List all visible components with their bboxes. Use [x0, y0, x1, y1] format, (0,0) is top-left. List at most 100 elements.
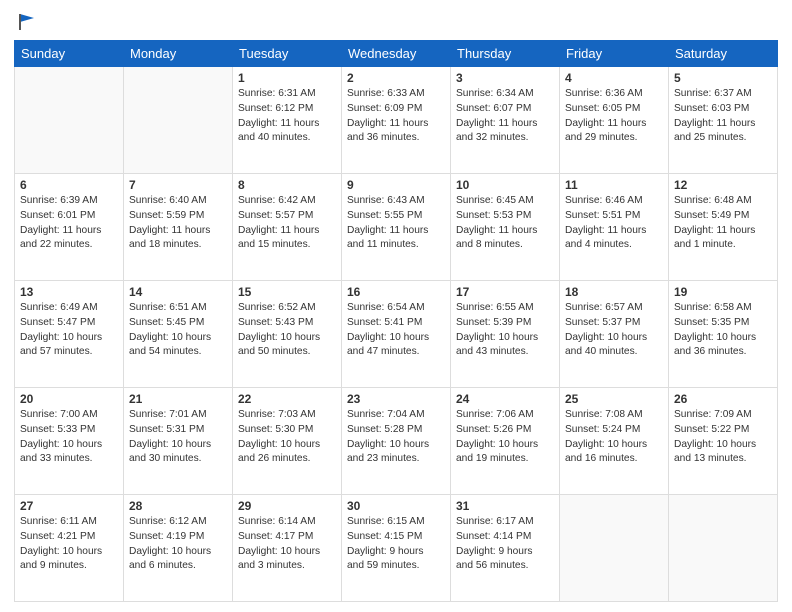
- day-number: 26: [674, 392, 772, 406]
- weekday-header: Sunday: [15, 41, 124, 67]
- calendar-cell: [124, 67, 233, 174]
- calendar-cell: [560, 495, 669, 602]
- day-number: 17: [456, 285, 554, 299]
- day-number: 12: [674, 178, 772, 192]
- calendar-cell: 10Sunrise: 6:45 AMSunset: 5:53 PMDayligh…: [451, 174, 560, 281]
- day-number: 18: [565, 285, 663, 299]
- day-number: 8: [238, 178, 336, 192]
- logo: [14, 10, 38, 32]
- day-info: Sunrise: 6:31 AMSunset: 6:12 PMDaylight:…: [238, 87, 336, 146]
- calendar-cell: 3 Sunrise: 6:34 AMSunset: 6:07 PMDaylight…: [451, 67, 560, 174]
- calendar-cell: 2Sunrise: 6:33 AMSunset: 6:09 PMDaylight…: [342, 67, 451, 174]
- day-number: 23: [347, 392, 445, 406]
- calendar-cell: 25Sunrise: 7:08 AMSunset: 5:24 PMDayligh…: [560, 388, 669, 495]
- day-info: Sunrise: 6:42 AMSunset: 5:57 PMDaylight:…: [238, 194, 336, 253]
- day-info: Sunrise: 6:12 AMSunset: 4:19 PMDaylight:…: [129, 515, 227, 574]
- calendar-cell: 31Sunrise: 6:17 AMSunset: 4:14 PMDayligh…: [451, 495, 560, 602]
- day-number: 29: [238, 499, 336, 513]
- day-info: Sunrise: 7:03 AMSunset: 5:30 PMDaylight:…: [238, 408, 336, 467]
- day-info: Sunrise: 6:46 AMSunset: 5:51 PMDaylight:…: [565, 194, 663, 253]
- logo-flag-icon: [16, 10, 38, 32]
- calendar-header-row: SundayMondayTuesdayWednesdayThursdayFrid…: [15, 41, 778, 67]
- calendar-cell: 9 Sunrise: 6:43 AMSunset: 5:55 PMDaylight…: [342, 174, 451, 281]
- day-number: 3: [456, 71, 554, 85]
- day-info: Sunrise: 6:58 AMSunset: 5:35 PMDaylight:…: [674, 301, 772, 360]
- day-info: Sunrise: 6:57 AMSunset: 5:37 PMDaylight:…: [565, 301, 663, 360]
- calendar-cell: 6 Sunrise: 6:39 AMSunset: 6:01 PMDaylight…: [15, 174, 124, 281]
- day-info: Sunrise: 7:06 AMSunset: 5:26 PMDaylight:…: [456, 408, 554, 467]
- calendar-cell: 14Sunrise: 6:51 AMSunset: 5:45 PMDayligh…: [124, 281, 233, 388]
- day-number: 9: [347, 178, 445, 192]
- calendar-cell: 30Sunrise: 6:15 AMSunset: 4:15 PMDayligh…: [342, 495, 451, 602]
- calendar-cell: [15, 67, 124, 174]
- calendar-cell: 7 Sunrise: 6:40 AMSunset: 5:59 PMDaylight…: [124, 174, 233, 281]
- header: [14, 10, 778, 32]
- day-info: Sunrise: 6:52 AMSunset: 5:43 PMDaylight:…: [238, 301, 336, 360]
- week-row: 1 Sunrise: 6:31 AMSunset: 6:12 PMDaylight…: [15, 67, 778, 174]
- week-row: 27 Sunrise: 6:11 AMSunset: 4:21 PMDayligh…: [15, 495, 778, 602]
- day-info: Sunrise: 7:08 AMSunset: 5:24 PMDaylight:…: [565, 408, 663, 467]
- day-info: Sunrise: 7:09 AMSunset: 5:22 PMDaylight:…: [674, 408, 772, 467]
- day-number: 7: [129, 178, 227, 192]
- calendar-cell: 29 Sunrise: 6:14 AMSunset: 4:17 PMDayligh…: [233, 495, 342, 602]
- calendar-cell: 24Sunrise: 7:06 AMSunset: 5:26 PMDayligh…: [451, 388, 560, 495]
- day-info: Sunrise: 6:54 AMSunset: 5:41 PMDaylight:…: [347, 301, 445, 360]
- weekday-header: Friday: [560, 41, 669, 67]
- calendar-cell: 11Sunrise: 6:46 AMSunset: 5:51 PMDayligh…: [560, 174, 669, 281]
- day-number: 1: [238, 71, 336, 85]
- calendar-cell: 5Sunrise: 6:37 AMSunset: 6:03 PMDaylight…: [669, 67, 778, 174]
- calendar-cell: 4Sunrise: 6:36 AMSunset: 6:05 PMDaylight…: [560, 67, 669, 174]
- day-info: Sunrise: 6:45 AMSunset: 5:53 PMDaylight:…: [456, 194, 554, 253]
- day-info: Sunrise: 6:40 AMSunset: 5:59 PMDaylight:…: [129, 194, 227, 253]
- day-info: Sunrise: 6:49 AMSunset: 5:47 PMDaylight:…: [20, 301, 118, 360]
- calendar-cell: 26 Sunrise: 7:09 AMSunset: 5:22 PMDayligh…: [669, 388, 778, 495]
- day-number: 20: [20, 392, 118, 406]
- day-number: 30: [347, 499, 445, 513]
- week-row: 6 Sunrise: 6:39 AMSunset: 6:01 PMDaylight…: [15, 174, 778, 281]
- week-row: 13 Sunrise: 6:49 AMSunset: 5:47 PMDayligh…: [15, 281, 778, 388]
- day-info: Sunrise: 7:00 AMSunset: 5:33 PMDaylight:…: [20, 408, 118, 467]
- calendar-cell: 20 Sunrise: 7:00 AMSunset: 5:33 PMDayligh…: [15, 388, 124, 495]
- day-number: 31: [456, 499, 554, 513]
- calendar-cell: 18 Sunrise: 6:57 AMSunset: 5:37 PMDayligh…: [560, 281, 669, 388]
- day-info: Sunrise: 6:39 AMSunset: 6:01 PMDaylight:…: [20, 194, 118, 253]
- day-info: Sunrise: 6:34 AMSunset: 6:07 PMDaylight:…: [456, 87, 554, 146]
- day-info: Sunrise: 6:51 AMSunset: 5:45 PMDaylight:…: [129, 301, 227, 360]
- calendar-cell: 13 Sunrise: 6:49 AMSunset: 5:47 PMDayligh…: [15, 281, 124, 388]
- week-row: 20 Sunrise: 7:00 AMSunset: 5:33 PMDayligh…: [15, 388, 778, 495]
- calendar-cell: 1 Sunrise: 6:31 AMSunset: 6:12 PMDaylight…: [233, 67, 342, 174]
- day-info: Sunrise: 6:43 AMSunset: 5:55 PMDaylight:…: [347, 194, 445, 253]
- day-number: 13: [20, 285, 118, 299]
- day-info: Sunrise: 7:01 AMSunset: 5:31 PMDaylight:…: [129, 408, 227, 467]
- day-info: Sunrise: 6:37 AMSunset: 6:03 PMDaylight:…: [674, 87, 772, 146]
- calendar-cell: 15 Sunrise: 6:52 AMSunset: 5:43 PMDayligh…: [233, 281, 342, 388]
- day-number: 27: [20, 499, 118, 513]
- calendar-cell: 8 Sunrise: 6:42 AMSunset: 5:57 PMDaylight…: [233, 174, 342, 281]
- day-number: 16: [347, 285, 445, 299]
- day-number: 6: [20, 178, 118, 192]
- day-number: 19: [674, 285, 772, 299]
- day-info: Sunrise: 6:55 AMSunset: 5:39 PMDaylight:…: [456, 301, 554, 360]
- day-number: 28: [129, 499, 227, 513]
- calendar-cell: 27 Sunrise: 6:11 AMSunset: 4:21 PMDayligh…: [15, 495, 124, 602]
- day-number: 2: [347, 71, 445, 85]
- day-number: 15: [238, 285, 336, 299]
- day-info: Sunrise: 6:48 AMSunset: 5:49 PMDaylight:…: [674, 194, 772, 253]
- calendar-cell: [669, 495, 778, 602]
- weekday-header: Thursday: [451, 41, 560, 67]
- day-number: 4: [565, 71, 663, 85]
- calendar-cell: 17 Sunrise: 6:55 AMSunset: 5:39 PMDayligh…: [451, 281, 560, 388]
- day-info: Sunrise: 6:11 AMSunset: 4:21 PMDaylight:…: [20, 515, 118, 574]
- day-info: Sunrise: 7:04 AMSunset: 5:28 PMDaylight:…: [347, 408, 445, 467]
- calendar-cell: 23 Sunrise: 7:04 AMSunset: 5:28 PMDayligh…: [342, 388, 451, 495]
- page: SundayMondayTuesdayWednesdayThursdayFrid…: [0, 0, 792, 612]
- weekday-header: Monday: [124, 41, 233, 67]
- day-number: 22: [238, 392, 336, 406]
- calendar-cell: 21 Sunrise: 7:01 AMSunset: 5:31 PMDayligh…: [124, 388, 233, 495]
- calendar-cell: 22 Sunrise: 7:03 AMSunset: 5:30 PMDayligh…: [233, 388, 342, 495]
- day-info: Sunrise: 6:14 AMSunset: 4:17 PMDaylight:…: [238, 515, 336, 574]
- calendar-table: SundayMondayTuesdayWednesdayThursdayFrid…: [14, 40, 778, 602]
- calendar-cell: 28 Sunrise: 6:12 AMSunset: 4:19 PMDayligh…: [124, 495, 233, 602]
- weekday-header: Wednesday: [342, 41, 451, 67]
- day-number: 21: [129, 392, 227, 406]
